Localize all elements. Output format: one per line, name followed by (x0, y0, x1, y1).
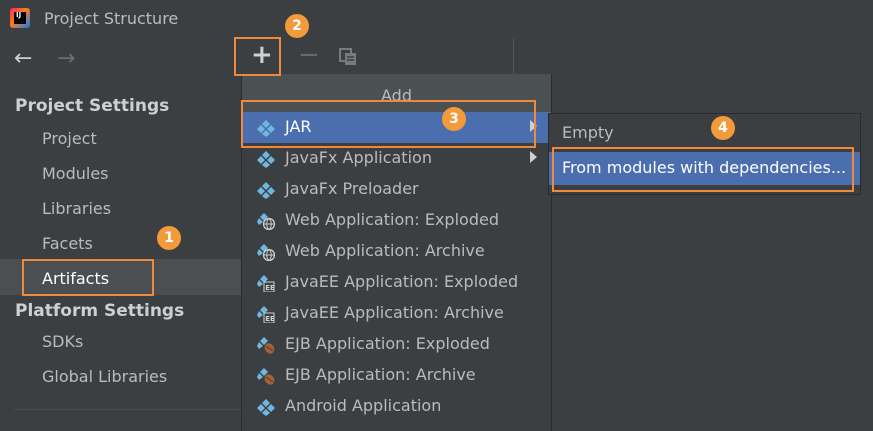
submenu-item-label: Empty (562, 123, 614, 142)
highlight-from-modules (552, 147, 854, 192)
menu-item-ejb-application-exploded[interactable]: EJB Application: Exploded (242, 329, 551, 360)
svg-text:EE: EE (265, 315, 275, 323)
step-badge-3: 3 (442, 107, 466, 131)
ejb-artifact-icon (257, 337, 275, 354)
submenu-arrow-icon (530, 151, 537, 163)
artifact-icon (257, 151, 275, 168)
highlight-add-button (234, 37, 281, 76)
sidebar-divider (14, 409, 241, 410)
menu-item-label: EJB Application: Exploded (285, 334, 490, 353)
sidebar-item-libraries[interactable]: Libraries (42, 199, 111, 218)
copy-icon[interactable] (338, 47, 358, 67)
project-settings-heading: Project Settings (15, 96, 170, 116)
menu-item-label: Web Application: Exploded (285, 210, 499, 229)
artifact-icon (257, 182, 275, 199)
menu-item-ejb-application-archive[interactable]: EJB Application: Archive (242, 360, 551, 391)
remove-button[interactable]: − (298, 40, 320, 70)
menu-item-label: JavaFx Application (285, 148, 432, 167)
platform-settings-heading: Platform Settings (15, 301, 185, 321)
sidebar-item-facets[interactable]: Facets (42, 234, 93, 253)
submenu-item-empty[interactable]: Empty (549, 117, 860, 150)
sidebar-item-global-libraries[interactable]: Global Libraries (42, 367, 167, 386)
menu-item-label: EJB Application: Archive (285, 365, 476, 384)
menu-item-label: Android Application (285, 396, 442, 415)
intellij-app-icon: IJ (10, 8, 30, 28)
step-badge-2: 2 (285, 14, 309, 38)
step-badge-4: 4 (711, 116, 735, 140)
highlight-jar (241, 100, 536, 148)
menu-item-web-application-exploded[interactable]: Web Application: Exploded (242, 205, 551, 236)
menu-item-javafx-preloader[interactable]: JavaFx Preloader (242, 174, 551, 205)
back-arrow-icon[interactable]: ← (14, 46, 32, 72)
web-artifact-icon (257, 244, 275, 261)
menu-item-label: JavaEE Application: Archive (285, 303, 504, 322)
javaee-artifact-icon: EE (257, 306, 275, 323)
menu-item-label: JavaFx Preloader (285, 179, 419, 198)
menu-item-javaee-application-exploded[interactable]: EE JavaEE Application: Exploded (242, 267, 551, 298)
step-badge-1: 1 (157, 226, 181, 250)
highlight-artifacts (22, 259, 154, 296)
menu-item-web-application-archive[interactable]: Web Application: Archive (242, 236, 551, 267)
menu-item-label: JavaEE Application: Exploded (285, 272, 519, 291)
menu-item-label: Web Application: Archive (285, 241, 485, 260)
javaee-artifact-icon: EE (257, 275, 275, 292)
artifact-icon (257, 399, 275, 416)
forward-arrow-icon[interactable]: → (57, 46, 75, 72)
svg-text:EE: EE (265, 284, 275, 292)
sidebar-item-project[interactable]: Project (42, 129, 97, 148)
ejb-artifact-icon (257, 368, 275, 385)
menu-item-javaee-application-archive[interactable]: EE JavaEE Application: Archive (242, 298, 551, 329)
web-artifact-icon (257, 213, 275, 230)
title-bar: IJ Project Structure (0, 0, 873, 38)
toolbar-separator (513, 38, 514, 74)
sidebar-item-modules[interactable]: Modules (42, 164, 109, 183)
window-title: Project Structure (44, 9, 179, 28)
menu-item-android-application[interactable]: Android Application (242, 391, 551, 422)
sidebar-item-sdks[interactable]: SDKs (42, 332, 83, 351)
